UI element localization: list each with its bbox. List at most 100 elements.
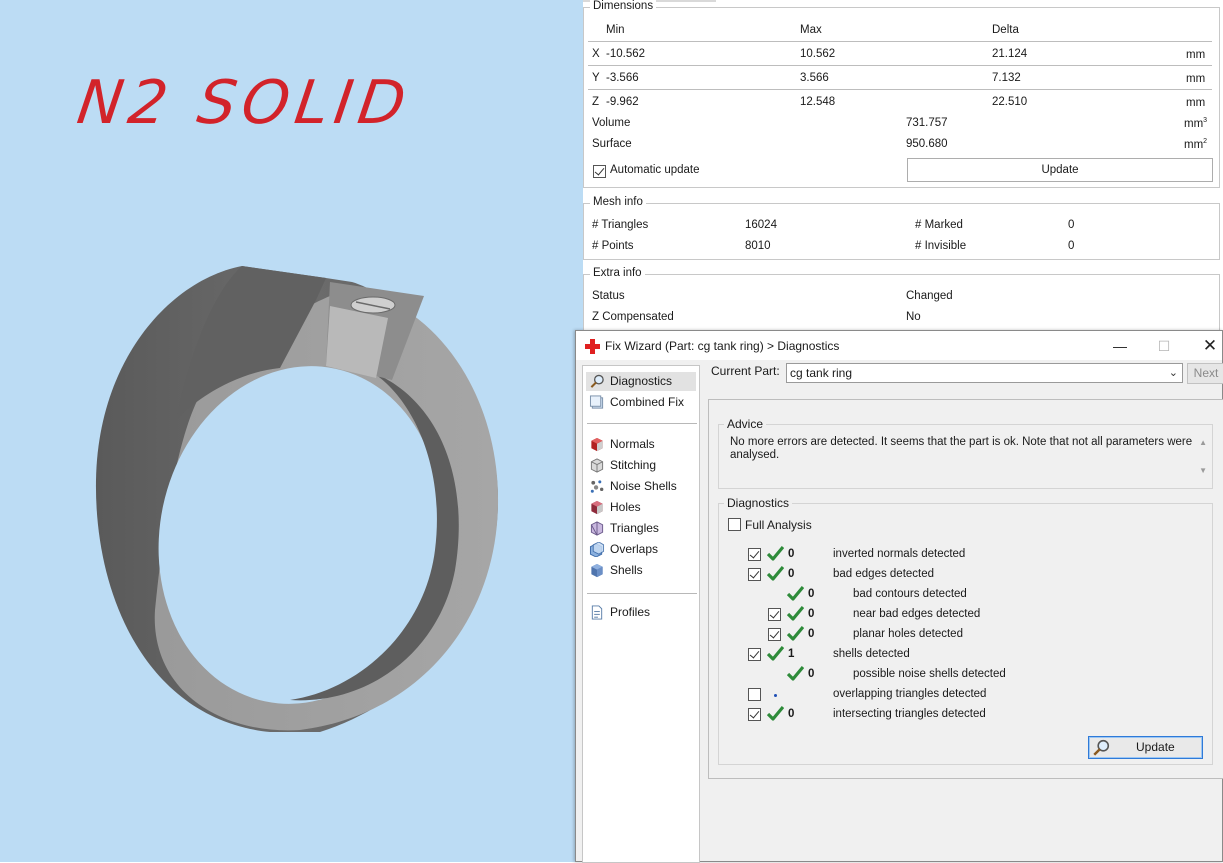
minimize-button[interactable]: — bbox=[1105, 335, 1135, 357]
diag-label: near bad edges detected bbox=[853, 608, 981, 620]
diag-row-noise-shells: 0 possible noise shells detected bbox=[719, 666, 1209, 687]
diag-row-bad-contours: 0 bad contours detected bbox=[719, 586, 1209, 607]
invisible-value: 0 bbox=[1068, 240, 1075, 252]
magnifier-icon bbox=[1093, 739, 1110, 756]
ring-model bbox=[95, 266, 499, 732]
nav-label: Normals bbox=[610, 437, 655, 451]
axis-y-label: Y bbox=[592, 72, 600, 84]
nav-label: Shells bbox=[610, 563, 643, 577]
diag-checkbox[interactable] bbox=[748, 708, 761, 721]
status-value: Changed bbox=[906, 290, 953, 302]
extra-info-title: Extra info bbox=[590, 267, 645, 279]
nav-item-triangles[interactable]: Triangles bbox=[586, 519, 696, 538]
3d-viewport[interactable]: N2 SOLID bbox=[0, 0, 583, 862]
nav-item-stitching[interactable]: Stitching bbox=[586, 456, 696, 475]
nav-item-overlaps[interactable]: Overlaps bbox=[586, 540, 696, 559]
stitching-icon bbox=[590, 458, 604, 473]
update-label: Update bbox=[1136, 740, 1175, 754]
z-delta-value: 22.510 bbox=[992, 96, 1028, 108]
close-button[interactable]: ✕ bbox=[1195, 335, 1223, 357]
check-icon bbox=[767, 646, 784, 661]
nav-item-profiles[interactable]: Profiles bbox=[586, 603, 696, 622]
y-min-value: -3.566 bbox=[606, 72, 639, 84]
diag-label: inverted normals detected bbox=[833, 548, 966, 560]
col-header-delta: Delta bbox=[992, 24, 1019, 36]
nav-separator bbox=[587, 593, 697, 594]
nav-label: Noise Shells bbox=[610, 479, 677, 493]
points-value: 8010 bbox=[745, 240, 771, 252]
full-analysis-checkbox[interactable] bbox=[728, 518, 741, 531]
y-delta-value: 7.132 bbox=[992, 72, 1021, 84]
diag-row-bad-edges: 0 bad edges detected bbox=[719, 566, 1209, 587]
nav-label: Overlaps bbox=[610, 542, 659, 556]
full-analysis-label: Full Analysis bbox=[745, 518, 812, 532]
nav-item-shells[interactable]: Shells bbox=[586, 561, 696, 580]
combined-fix-icon bbox=[589, 395, 604, 409]
diag-count: 0 bbox=[788, 548, 795, 560]
fix-wizard-dialog: Fix Wizard (Part: cg tank ring) > Diagno… bbox=[575, 330, 1223, 863]
chevron-down-icon: ⌄ bbox=[1168, 367, 1178, 379]
col-header-max: Max bbox=[800, 24, 822, 36]
check-icon bbox=[787, 666, 804, 681]
check-icon bbox=[787, 606, 804, 621]
y-max-value: 3.566 bbox=[800, 72, 829, 84]
z-compensated-value: No bbox=[906, 311, 921, 323]
diag-checkbox[interactable] bbox=[768, 608, 781, 621]
diag-count: 0 bbox=[808, 608, 815, 620]
diag-row-overlapping-triangles: overlapping triangles detected bbox=[719, 687, 1209, 707]
automatic-update-checkbox[interactable] bbox=[593, 165, 606, 178]
scroll-up-icon[interactable]: ▲ bbox=[1199, 438, 1207, 447]
nav-label: Diagnostics bbox=[610, 374, 673, 388]
triangles-label: # Triangles bbox=[592, 219, 649, 231]
mesh-info-title: Mesh info bbox=[590, 196, 646, 208]
current-part-select[interactable]: cg tank ring ⌄ bbox=[786, 363, 1183, 383]
points-label: # Points bbox=[592, 240, 634, 252]
diag-label: bad edges detected bbox=[833, 568, 935, 580]
diag-checkbox[interactable] bbox=[748, 568, 761, 581]
check-icon bbox=[767, 546, 784, 561]
red-cross-icon bbox=[585, 339, 600, 354]
dimensions-update-button[interactable]: Update bbox=[907, 158, 1213, 182]
dialog-titlebar[interactable]: Fix Wizard (Part: cg tank ring) > Diagno… bbox=[576, 331, 1222, 360]
diag-checkbox[interactable] bbox=[748, 648, 761, 661]
diag-label: possible noise shells detected bbox=[853, 668, 1006, 680]
divider bbox=[588, 65, 1212, 66]
axis-z-label: Z bbox=[592, 96, 600, 108]
marked-value: 0 bbox=[1068, 219, 1075, 231]
x-unit: mm bbox=[1186, 49, 1206, 61]
nav-item-diagnostics[interactable]: Diagnostics bbox=[586, 372, 696, 391]
check-icon bbox=[787, 626, 804, 641]
advice-text: No more errors are detected. It seems th… bbox=[724, 434, 1205, 472]
surface-label: Surface bbox=[592, 138, 632, 150]
maximize-button[interactable]: ☐ bbox=[1149, 335, 1179, 357]
y-unit: mm bbox=[1186, 73, 1206, 85]
diag-count: 0 bbox=[808, 628, 815, 640]
volume-label: Volume bbox=[592, 117, 631, 129]
diagnostics-content: Advice No more errors are detected. It s… bbox=[708, 399, 1223, 779]
advice-group: Advice No more errors are detected. It s… bbox=[718, 417, 1213, 489]
mesh-info-group: Mesh info # Triangles 16024 # Marked 0 #… bbox=[583, 196, 1220, 260]
x-min-value: -10.562 bbox=[606, 48, 646, 60]
diag-checkbox[interactable] bbox=[768, 628, 781, 641]
diag-checkbox[interactable] bbox=[748, 688, 761, 701]
nav-item-combined-fix[interactable]: Combined Fix bbox=[586, 393, 696, 412]
nav-label: Profiles bbox=[610, 605, 651, 619]
diag-count: 0 bbox=[788, 568, 795, 580]
advice-title: Advice bbox=[724, 417, 767, 431]
col-header-min: Min bbox=[606, 24, 625, 36]
scroll-down-icon[interactable]: ▼ bbox=[1199, 466, 1207, 475]
nav-item-normals[interactable]: Normals bbox=[586, 435, 696, 454]
nav-item-noise-shells[interactable]: Noise Shells bbox=[586, 477, 696, 496]
dimensions-group: Dimensions Min Max Delta X -10.562 10.56… bbox=[583, 0, 1220, 188]
next-button[interactable]: Next bbox=[1187, 363, 1223, 384]
diag-count: 0 bbox=[808, 668, 815, 680]
diag-checkbox[interactable] bbox=[748, 548, 761, 561]
nav-item-holes[interactable]: Holes bbox=[586, 498, 696, 517]
dialog-title: Fix Wizard (Part: cg tank ring) > Diagno… bbox=[605, 339, 840, 353]
diag-count: 1 bbox=[788, 648, 795, 660]
diag-row-near-bad-edges: 0 near bad edges detected bbox=[719, 606, 1209, 627]
diag-count: 0 bbox=[808, 588, 815, 600]
diagnostics-update-button[interactable]: Update bbox=[1088, 736, 1203, 759]
holes-icon bbox=[591, 500, 603, 515]
dialog-body: Diagnostics Combined Fix Normals Stitchi… bbox=[576, 360, 1223, 863]
